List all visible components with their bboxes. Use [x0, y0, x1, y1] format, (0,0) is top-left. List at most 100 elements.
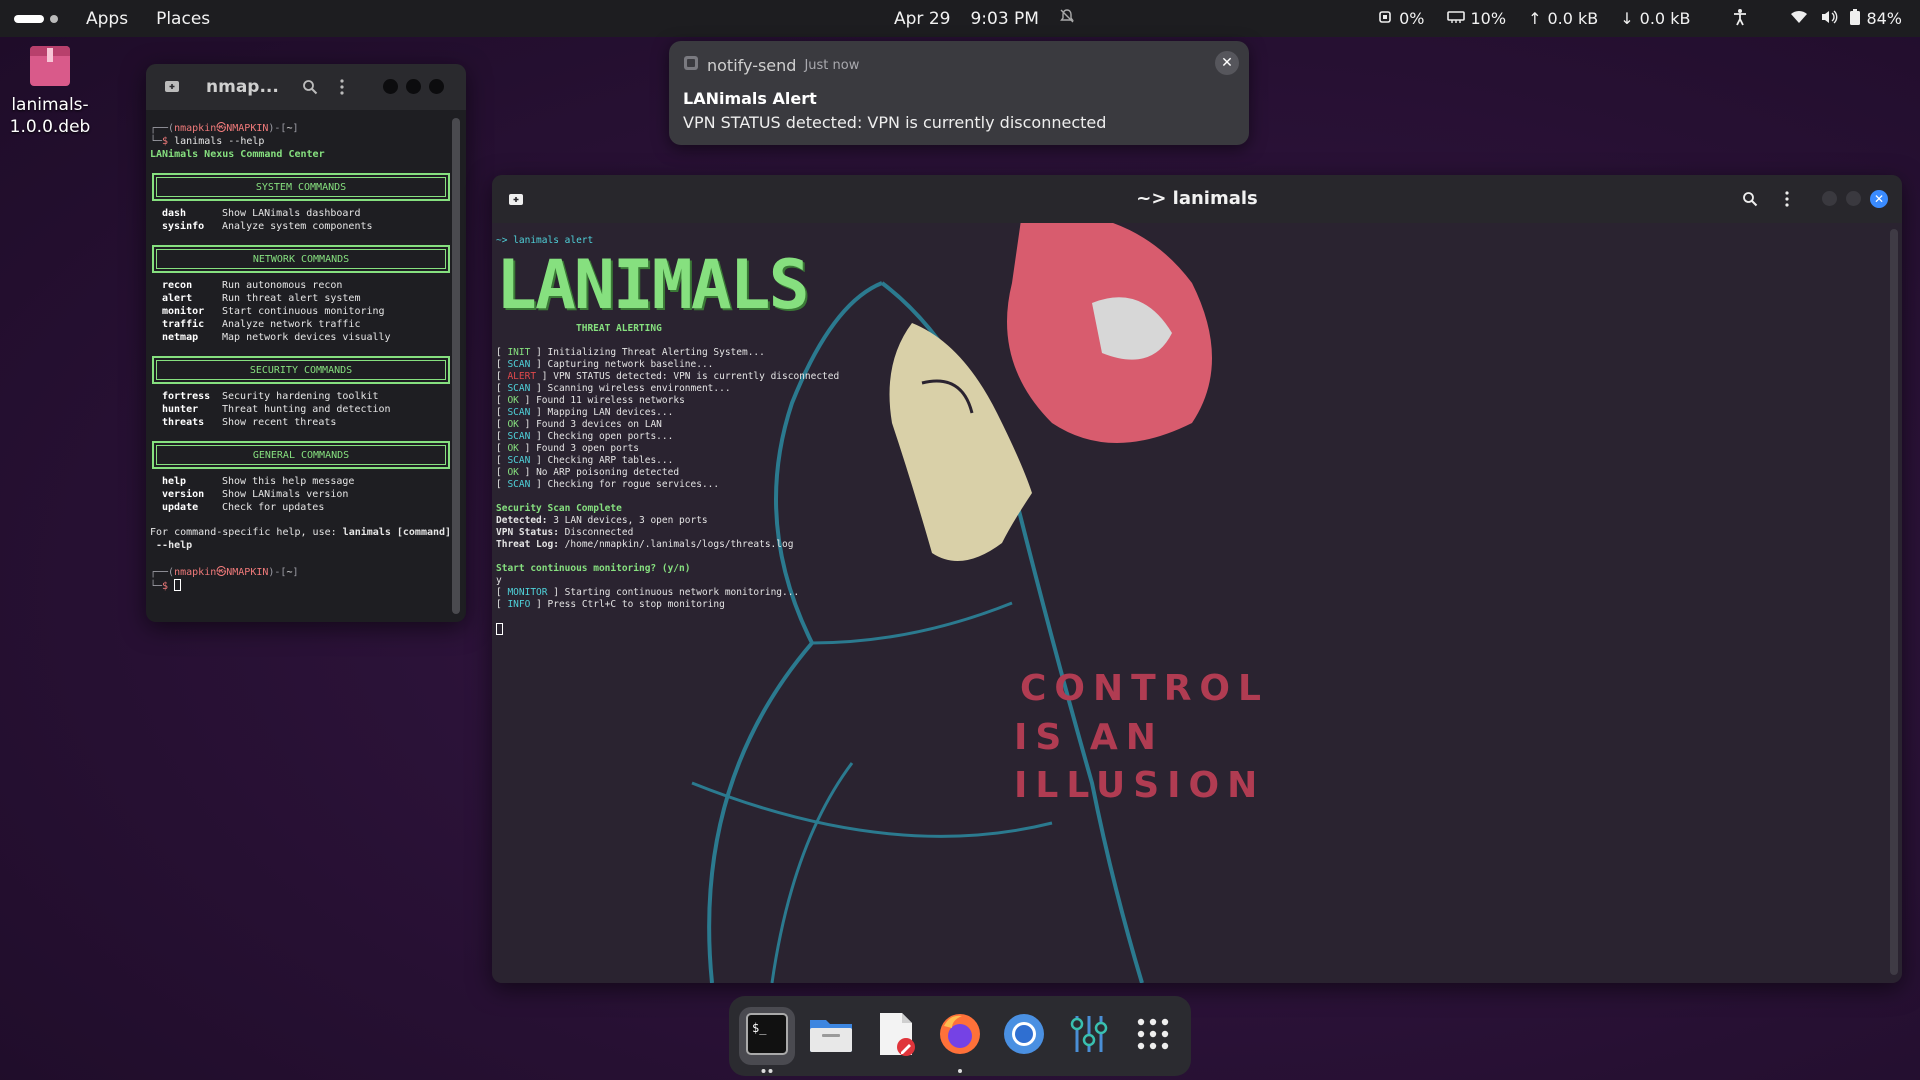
help-command-row: update Check for updates — [162, 502, 325, 513]
minimize-button[interactable] — [383, 79, 398, 94]
help-command-row: hunter Threat hunting and detection — [162, 404, 391, 415]
help-terminal-scrollbar[interactable] — [452, 118, 460, 614]
help-command-row: recon Run autonomous recon — [162, 280, 343, 291]
monitor-question: Start continuous monitoring? (y/n) — [496, 563, 691, 574]
dock-chromium[interactable] — [996, 1007, 1052, 1065]
time-label: 9:03 PM — [970, 8, 1039, 29]
settings-icon — [1069, 1012, 1109, 1060]
upload-indicator[interactable]: ↑ 0.0 kB — [1528, 9, 1598, 28]
log-line: [ OK ] Found 3 open ports — [496, 443, 640, 454]
dock-terminal[interactable]: $_ — [739, 1007, 796, 1073]
summary-title: Security Scan Complete — [496, 503, 622, 514]
dock-settings-tweaks[interactable] — [1060, 1007, 1116, 1065]
log-line: [ INFO ] Press Ctrl+C to stop monitoring — [496, 599, 725, 610]
help-command-row: traffic Analyze network traffic — [162, 319, 361, 330]
desktop-file-label: lanimals-1.0.0.deb — [9, 95, 91, 137]
arrow-down-icon: ↓ — [1620, 9, 1634, 28]
help-command-row: fortress Security hardening toolkit — [162, 391, 379, 402]
system-menu[interactable]: 84% — [1790, 8, 1902, 29]
places-menu[interactable]: Places — [156, 9, 210, 29]
notification-banner[interactable]: notify-send Just now LANimals Alert VPN … — [669, 41, 1249, 145]
log-line: [ SCAN ] Checking open ports... — [496, 431, 674, 442]
apps-menu[interactable]: Apps — [86, 9, 128, 29]
desktop-file-deb[interactable]: lanimals-1.0.0.deb — [6, 46, 94, 138]
help-command-row: help Show this help message — [162, 476, 355, 487]
summary-detected: Detected: 3 LAN devices, 3 open ports — [496, 515, 708, 526]
dock: $_ — [729, 996, 1191, 1076]
files-icon — [808, 1014, 854, 1058]
memory-indicator[interactable]: 10% — [1446, 9, 1507, 28]
help-command-row: threats Show recent threats — [162, 417, 337, 428]
close-button[interactable] — [429, 79, 444, 94]
terminal-icon: $_ — [746, 1013, 789, 1059]
search-icon[interactable] — [302, 79, 318, 99]
summary-vpn: VPN Status: Disconnected — [496, 527, 634, 538]
top-bar: Apps Places Apr 29 9:03 PM 0% 10% ↑ 0.0 … — [0, 0, 1920, 37]
notification-header: notify-send Just now — [683, 55, 859, 75]
help-command-row: netmap Map network devices visually — [162, 332, 391, 343]
workspace-indicator[interactable] — [14, 14, 58, 23]
help-command-row: version Show LANimals version — [162, 489, 349, 500]
battery-value: 84% — [1866, 9, 1902, 28]
wallpaper-text-line: CONTROL — [1020, 668, 1269, 709]
help-terminal-titlebar[interactable]: nmap... — [146, 64, 466, 110]
maximize-button[interactable] — [1846, 191, 1861, 206]
lanimals-terminal-titlebar[interactable]: ~> lanimals ✕ — [492, 175, 1902, 223]
notification-close-button[interactable]: ✕ — [1215, 51, 1239, 75]
cpu-value: 0% — [1399, 9, 1425, 28]
lanimals-terminal-output[interactable]: ~> lanimals alert LANIMALS THREAT ALERTI… — [496, 235, 839, 637]
download-indicator[interactable]: ↓ 0.0 kB — [1620, 9, 1690, 28]
section-security-title: SECURITY COMMANDS — [152, 356, 450, 384]
lanimals-terminal-scrollbar[interactable] — [1890, 229, 1898, 975]
menu-kebab-icon[interactable] — [1784, 191, 1790, 211]
lanimals-terminal-window[interactable]: ~> lanimals ✕ CONTROL IS AN ILLUSION ~> … — [492, 175, 1902, 983]
help-command-row: dash Show LANimals dashboard — [162, 208, 361, 219]
dock-firefox[interactable] — [932, 1007, 988, 1073]
notification-body: VPN STATUS detected: VPN is currently di… — [683, 113, 1107, 132]
dock-files[interactable] — [803, 1007, 859, 1065]
prompt-line: ┌──(nmapkin㉿NMAPKIN)-[~] — [150, 567, 299, 578]
close-button[interactable]: ✕ — [1870, 190, 1888, 208]
input-line[interactable] — [496, 623, 839, 637]
app-grid-icon — [1136, 1017, 1170, 1055]
menu-kebab-icon[interactable] — [339, 79, 345, 99]
cpu-indicator[interactable]: 0% — [1377, 9, 1425, 29]
prompt-user: nmapkin㉿NMAPKIN — [174, 123, 269, 134]
memory-value: 10% — [1470, 9, 1507, 28]
new-tab-icon[interactable] — [164, 78, 180, 98]
volume-icon — [1820, 9, 1838, 29]
memory-icon — [1446, 9, 1465, 28]
cpu-icon — [1377, 9, 1393, 29]
notification-app-name: notify-send — [707, 55, 797, 75]
help-terminal-window[interactable]: nmap... ┌──(nmapkin㉿NMAPKIN)-[~] └─$ lan… — [146, 64, 466, 622]
log-line: [ MONITOR ] Starting continuous network … — [496, 587, 800, 598]
battery-icon — [1850, 8, 1861, 29]
dock-text-editor[interactable] — [868, 1007, 924, 1065]
log-line: [ SCAN ] Scanning wireless environment..… — [496, 383, 731, 394]
prompt-line: ┌──(nmapkin㉿NMAPKIN)-[~] — [150, 123, 299, 134]
minimize-button[interactable] — [1822, 191, 1837, 206]
date-label: Apr 29 — [894, 8, 951, 29]
input-line[interactable]: └─$ — [150, 579, 452, 593]
text-cursor — [174, 579, 182, 591]
log-line: [ OK ] No ARP poisoning detected — [496, 467, 680, 478]
maximize-button[interactable] — [406, 79, 421, 94]
dock-app-grid[interactable] — [1125, 1007, 1181, 1065]
command-line: └─$ lanimals --help — [150, 136, 265, 147]
firefox-icon — [938, 1012, 982, 1060]
lanimals-logo: LANIMALS — [496, 246, 810, 325]
search-icon[interactable] — [1742, 191, 1758, 211]
log-line: [ OK ] Found 3 devices on LAN — [496, 419, 662, 430]
log-line: [ SCAN ] Checking ARP tables... — [496, 455, 674, 466]
svg-text:$_: $_ — [752, 1021, 767, 1035]
accessibility-icon[interactable] — [1732, 8, 1748, 30]
help-terminal-output[interactable]: ┌──(nmapkin㉿NMAPKIN)-[~] └─$ lanimals --… — [150, 122, 452, 593]
help-header: LANimals Nexus Command Center — [150, 149, 325, 160]
help-footer: For command-specific help, use: lanimals… — [150, 527, 452, 551]
log-line: [ SCAN ] Capturing network baseline... — [496, 359, 714, 370]
help-command-row: alert Run threat alert system — [162, 293, 361, 304]
clock[interactable]: Apr 29 9:03 PM — [894, 0, 1075, 37]
lanimals-terminal-title: ~> lanimals — [1136, 188, 1258, 209]
summary-log: Threat Log: /home/nmapkin/.lanimals/logs… — [496, 539, 794, 550]
upload-value: 0.0 kB — [1547, 9, 1599, 28]
